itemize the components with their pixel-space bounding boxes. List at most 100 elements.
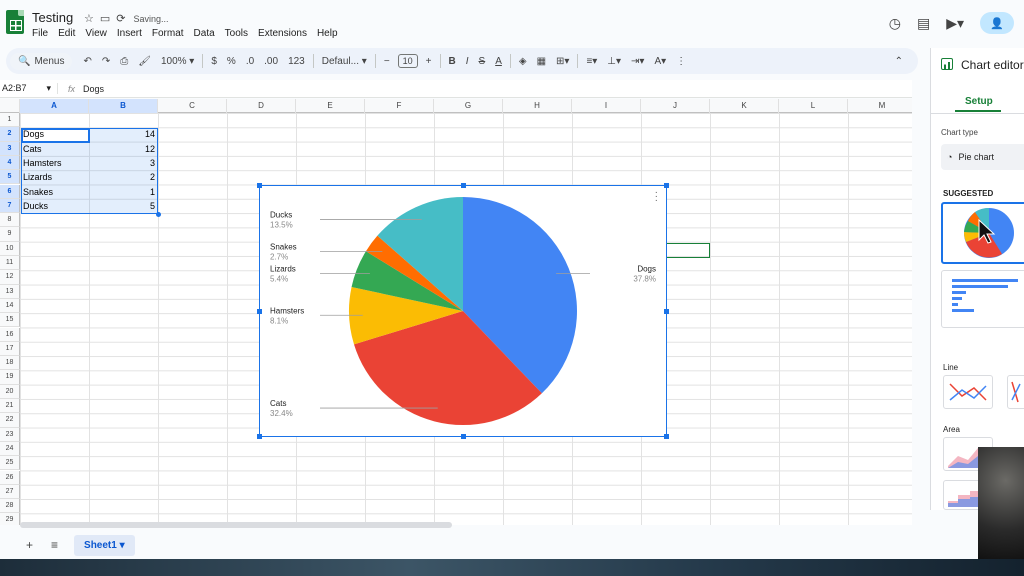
cell-value[interactable]: 3 (89, 156, 155, 170)
column-header-k[interactable]: K (710, 99, 779, 113)
row-header-12[interactable]: 12 (0, 270, 20, 285)
select-all-corner[interactable] (0, 99, 20, 113)
sheet-tab[interactable]: Sheet1 ▾ (74, 534, 135, 556)
column-header-g[interactable]: G (434, 99, 503, 113)
all-sheets-icon[interactable]: ≡ (51, 538, 58, 552)
text-color-icon[interactable]: A (490, 56, 507, 67)
more-formats-button[interactable]: 123 (283, 56, 310, 67)
text-wrap-icon[interactable]: ⇥▾ (626, 56, 649, 67)
increase-decimal-button[interactable]: .00 (259, 56, 283, 67)
cell-label[interactable]: Lizards (23, 170, 52, 184)
document-title[interactable]: Testing (32, 10, 73, 25)
column-header-m[interactable]: M (848, 99, 912, 113)
borders-icon[interactable]: ▦ (532, 56, 551, 67)
row-header-29[interactable]: 29 (0, 513, 20, 525)
row-header-16[interactable]: 16 (0, 327, 20, 342)
redo-icon[interactable]: ↷ (97, 56, 115, 67)
add-sheet-icon[interactable]: + (26, 538, 33, 552)
column-header-e[interactable]: E (296, 99, 365, 113)
menu-file[interactable]: File (32, 28, 48, 39)
cell-value[interactable]: 2 (89, 170, 155, 184)
row-header-10[interactable]: 10 (0, 241, 20, 256)
chart-type-select[interactable]: ◔ Pie chart (941, 144, 1024, 170)
row-header-21[interactable]: 21 (0, 399, 20, 414)
row-header-18[interactable]: 18 (0, 356, 20, 371)
menu-data[interactable]: Data (194, 28, 215, 39)
menu-help[interactable]: Help (317, 28, 338, 39)
cell-label[interactable]: Cats (23, 142, 42, 156)
row-header-4[interactable]: 4 (0, 155, 20, 171)
row-header-25[interactable]: 25 (0, 456, 20, 471)
share-button[interactable]: 👤 (980, 12, 1014, 34)
merge-cells-icon[interactable]: ⊞▾ (551, 56, 574, 67)
suggested-bar-chart-option[interactable] (941, 270, 1024, 328)
font-size-input[interactable]: 10 (397, 54, 418, 68)
column-header-c[interactable]: C (158, 99, 227, 113)
horizontal-align-icon[interactable]: ≡▾ (581, 56, 602, 67)
cell-label[interactable]: Dogs (23, 127, 44, 141)
zoom-select[interactable]: 100% ▾ (156, 56, 199, 67)
row-header-23[interactable]: 23 (0, 427, 20, 442)
column-header-l[interactable]: L (779, 99, 848, 113)
row-header-22[interactable]: 22 (0, 413, 20, 428)
text-rotation-icon[interactable]: A▾ (649, 56, 671, 67)
italic-icon[interactable]: I (461, 56, 474, 67)
collapse-toolbar-icon[interactable]: ⌃ (890, 56, 908, 67)
column-header-a[interactable]: A (20, 99, 89, 113)
suggested-pie-chart-option[interactable] (941, 202, 1024, 264)
vertical-align-icon[interactable]: ⊥▾ (602, 56, 626, 67)
formula-input[interactable]: Dogs (83, 84, 104, 94)
font-size-decrease-icon[interactable]: − (379, 56, 395, 67)
column-header-i[interactable]: I (572, 99, 641, 113)
horizontal-scrollbar[interactable] (20, 522, 452, 528)
row-header-6[interactable]: 6 (0, 184, 20, 199)
row-header-19[interactable]: 19 (0, 370, 20, 385)
currency-button[interactable]: $ (206, 56, 222, 67)
line-chart-option-2[interactable] (1007, 375, 1024, 409)
fill-handle[interactable] (156, 212, 161, 217)
line-chart-option[interactable] (943, 375, 993, 409)
row-header-14[interactable]: 14 (0, 298, 20, 314)
row-header-8[interactable]: 8 (0, 213, 20, 228)
name-box[interactable]: A2:B7 ▾ (0, 83, 58, 94)
font-size-increase-icon[interactable]: + (421, 56, 437, 67)
row-header-9[interactable]: 9 (0, 227, 20, 242)
fill-color-icon[interactable]: ◈ (514, 56, 532, 67)
paint-format-icon[interactable]: 🖌 (133, 56, 156, 67)
column-header-b[interactable]: B (89, 99, 158, 113)
tab-setup[interactable]: Setup (965, 96, 993, 107)
menu-format[interactable]: Format (152, 28, 184, 39)
pie-chart[interactable]: · · · Dogs 37.8% Cats 32.4% Hamsters 8.1% Lizard… (257, 183, 669, 439)
print-icon[interactable]: ⎙ (115, 56, 133, 67)
row-header-13[interactable]: 13 (0, 284, 20, 299)
column-header-d[interactable]: D (227, 99, 296, 113)
menus-search[interactable]: 🔍 Menus (10, 52, 73, 70)
row-header-3[interactable]: 3 (0, 141, 20, 156)
column-header-j[interactable]: J (641, 99, 710, 113)
row-header-24[interactable]: 24 (0, 441, 20, 457)
move-folder-icon[interactable]: ▭ (100, 12, 110, 25)
spreadsheet-grid[interactable]: ABCDEFGHIJKLM 1 2 3 4 5 6 7 8 9 10 11 12 13 14 15 16 17 1… (0, 99, 912, 525)
menu-insert[interactable]: Insert (117, 28, 142, 39)
menu-edit[interactable]: Edit (58, 28, 75, 39)
menu-view[interactable]: View (85, 28, 107, 39)
row-header-7[interactable]: 7 (0, 198, 20, 214)
history-icon[interactable]: ◷ (889, 15, 901, 32)
cell-label[interactable]: Ducks (23, 199, 48, 213)
cell-value[interactable]: 12 (89, 142, 155, 156)
row-header-2[interactable]: 2 (0, 127, 20, 142)
strikethrough-icon[interactable]: S (474, 56, 491, 67)
font-select[interactable]: Defaul... ▾ (317, 56, 372, 67)
column-header-h[interactable]: H (503, 99, 572, 113)
decrease-decimal-button[interactable]: .0 (241, 56, 259, 67)
cell-value[interactable]: 14 (89, 127, 155, 141)
sheets-logo-icon[interactable] (6, 10, 24, 34)
row-header-17[interactable]: 17 (0, 341, 20, 357)
meet-icon[interactable]: ▶▾ (946, 15, 964, 32)
row-header-15[interactable]: 15 (0, 313, 20, 328)
cell-value[interactable]: 5 (89, 199, 155, 213)
row-header-28[interactable]: 28 (0, 499, 20, 514)
comment-icon[interactable]: ▤ (917, 15, 930, 32)
cell-value[interactable]: 1 (89, 185, 155, 199)
bold-icon[interactable]: B (444, 56, 461, 67)
